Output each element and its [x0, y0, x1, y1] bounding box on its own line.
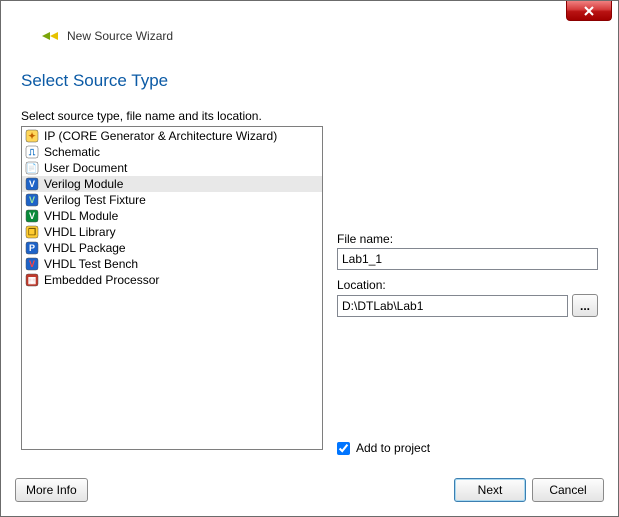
- wizard-window: New Source Wizard Select Source Type Sel…: [0, 0, 619, 517]
- form-column: File name: Location: ... Add to project: [337, 126, 598, 459]
- location-input[interactable]: [337, 295, 568, 317]
- testbench-icon: V: [24, 257, 40, 271]
- file-name-label: File name:: [337, 232, 598, 246]
- close-button[interactable]: [566, 1, 612, 21]
- footer: More Info Next Cancel: [1, 467, 618, 516]
- library-icon: ❐: [24, 225, 40, 239]
- svg-text:📄: 📄: [26, 162, 37, 173]
- more-info-button[interactable]: More Info: [15, 478, 88, 502]
- svg-text:V: V: [29, 195, 35, 205]
- source-type-item[interactable]: V Verilog Test Fixture: [22, 192, 322, 208]
- testfix-icon: V: [24, 193, 40, 207]
- svg-text:⎍: ⎍: [29, 147, 36, 157]
- location-label: Location:: [337, 278, 598, 292]
- add-to-project-label[interactable]: Add to project: [356, 441, 430, 455]
- embedded-icon: ▦: [24, 273, 40, 287]
- next-button[interactable]: Next: [454, 478, 526, 502]
- source-type-item[interactable]: ⎍ Schematic: [22, 144, 322, 160]
- location-row: ...: [337, 294, 598, 317]
- source-type-list[interactable]: ✦ IP (CORE Generator & Architecture Wizar…: [21, 126, 323, 450]
- wizard-title: New Source Wizard: [67, 29, 173, 43]
- instruction-text: Select source type, file name and its lo…: [21, 109, 598, 123]
- schematic-icon: ⎍: [24, 145, 40, 159]
- source-type-label: Schematic: [44, 145, 100, 159]
- source-type-label: Verilog Module: [44, 177, 123, 191]
- svg-text:V: V: [29, 259, 35, 269]
- wizard-header: New Source Wizard: [1, 27, 618, 55]
- svg-text:V: V: [29, 179, 35, 189]
- source-type-item[interactable]: V VHDL Module: [22, 208, 322, 224]
- source-type-label: IP (CORE Generator & Architecture Wizard…: [44, 129, 277, 143]
- package-icon: P: [24, 241, 40, 255]
- source-type-label: VHDL Package: [44, 241, 126, 255]
- svg-text:V: V: [29, 211, 35, 221]
- svg-text:P: P: [29, 243, 35, 253]
- ellipsis-icon: ...: [580, 299, 590, 313]
- verilog-icon: V: [24, 177, 40, 191]
- source-type-label: VHDL Test Bench: [44, 257, 138, 271]
- cancel-button[interactable]: Cancel: [532, 478, 604, 502]
- titlebar: [1, 1, 618, 27]
- ip-icon: ✦: [24, 129, 40, 143]
- source-type-item[interactable]: V Verilog Module: [22, 176, 322, 192]
- source-type-label: VHDL Module: [44, 209, 118, 223]
- source-type-item[interactable]: P VHDL Package: [22, 240, 322, 256]
- source-type-label: Embedded Processor: [44, 273, 159, 287]
- add-to-project-row: Add to project: [337, 441, 598, 455]
- source-type-item[interactable]: 📄 User Document: [22, 160, 322, 176]
- source-type-item[interactable]: ▦ Embedded Processor: [22, 272, 322, 288]
- vhdl-icon: V: [24, 209, 40, 223]
- content-area: Select Source Type Select source type, f…: [1, 55, 618, 467]
- close-icon: [583, 6, 595, 16]
- svg-text:✦: ✦: [28, 131, 36, 141]
- source-type-item[interactable]: ❐ VHDL Library: [22, 224, 322, 240]
- add-to-project-checkbox[interactable]: [337, 442, 350, 455]
- source-type-label: Verilog Test Fixture: [44, 193, 146, 207]
- source-type-item[interactable]: ✦ IP (CORE Generator & Architecture Wizar…: [22, 128, 322, 144]
- doc-icon: 📄: [24, 161, 40, 175]
- main-row: ✦ IP (CORE Generator & Architecture Wizar…: [21, 126, 598, 459]
- source-type-item[interactable]: V VHDL Test Bench: [22, 256, 322, 272]
- source-type-label: VHDL Library: [44, 225, 116, 239]
- wizard-icon: [41, 27, 59, 45]
- source-type-label: User Document: [44, 161, 127, 175]
- page-title: Select Source Type: [21, 71, 598, 91]
- svg-text:▦: ▦: [28, 275, 37, 285]
- browse-button[interactable]: ...: [572, 294, 598, 317]
- svg-text:❐: ❐: [28, 227, 36, 237]
- file-name-input[interactable]: [337, 248, 598, 270]
